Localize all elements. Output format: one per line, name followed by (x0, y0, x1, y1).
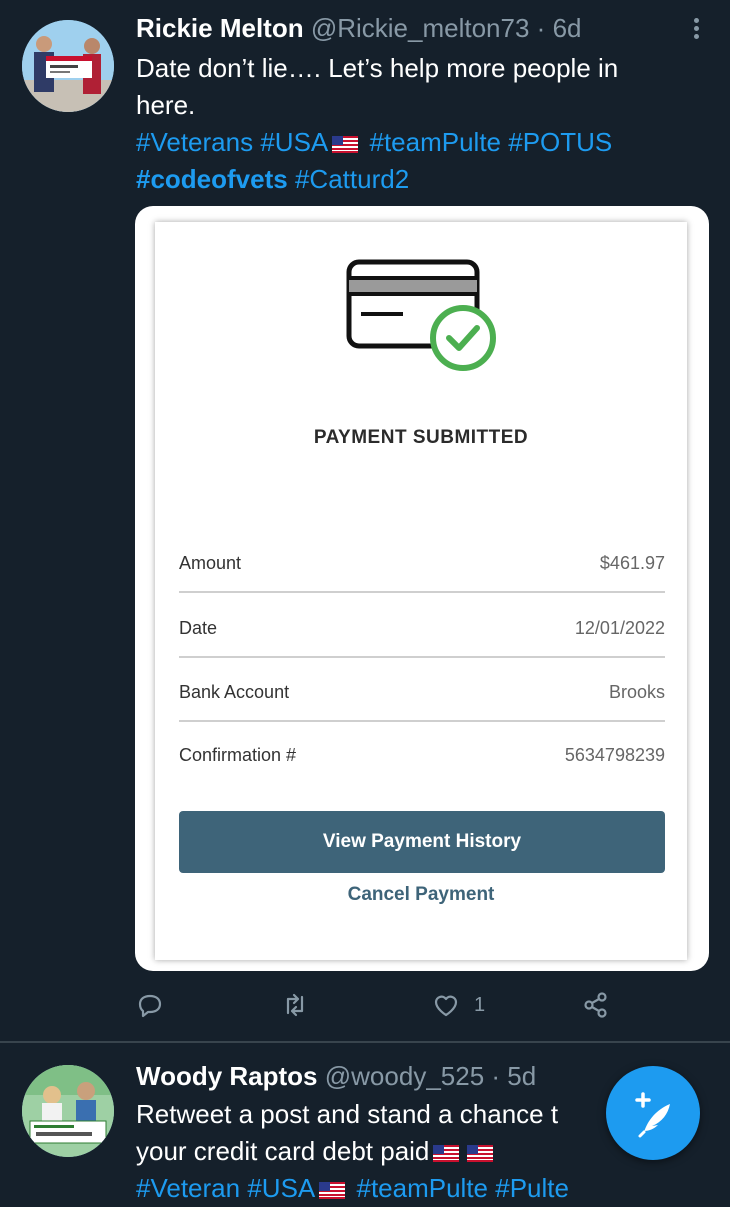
share-icon (584, 992, 607, 1018)
payment-row-amount: Amount $461.97 (179, 533, 665, 593)
hashtag-link[interactable]: #Veteran (136, 1173, 240, 1203)
tweet-text-line: Date don’t lie…. Let’s help more people … (136, 53, 619, 83)
payment-confirmation-card: PAYMENT SUBMITTED Amount $461.97 Date 12… (155, 222, 687, 960)
compose-tweet-icon (635, 1092, 670, 1138)
avatar[interactable] (22, 20, 114, 112)
hashtag-link[interactable]: #USA (260, 127, 328, 157)
us-flag-icon (463, 1136, 497, 1166)
retweet-button[interactable] (281, 990, 309, 1020)
view-payment-history-button: View Payment History (179, 811, 665, 873)
row-value: Brooks (608, 682, 665, 702)
cancel-payment-link: Cancel Payment (347, 884, 495, 905)
timestamp[interactable]: 6d (553, 13, 582, 43)
share-button[interactable] (582, 990, 610, 1020)
compose-tweet-button[interactable] (606, 1066, 700, 1160)
row-value: $461.97 (599, 553, 665, 573)
display-name[interactable]: Woody Raptos (136, 1061, 318, 1091)
row-value: 5634798239 (564, 745, 665, 765)
hashtag-link[interactable]: #Veterans (136, 127, 253, 157)
payment-row-bank-account: Bank Account Brooks (179, 662, 665, 722)
hashtag-line: #Veteran #USA #teamPulte #Pulte (136, 1170, 696, 1207)
tweet-text-fragment: your credit card debt paid (136, 1136, 430, 1166)
tweet-media-image[interactable]: PAYMENT SUBMITTED Amount $461.97 Date 12… (135, 206, 709, 971)
more-icon[interactable] (684, 18, 708, 42)
display-name[interactable]: Rickie Melton (136, 13, 304, 43)
row-divider (179, 720, 665, 722)
payment-row-date: Date 12/01/2022 (179, 598, 665, 658)
row-label: Bank Account (179, 682, 290, 702)
payment-row-confirmation: Confirmation # 5634798239 (179, 725, 665, 785)
reply-button[interactable] (136, 990, 164, 1020)
hashtag-link[interactable]: #USA (247, 1173, 315, 1203)
row-label: Confirmation # (179, 745, 297, 765)
user-handle[interactable]: @woody_525 (325, 1061, 484, 1091)
hashtag-line: #Veterans #USA #teamPulte #POTUS (136, 124, 696, 161)
like-icon (434, 995, 458, 1017)
separator-dot: · (491, 1061, 501, 1091)
retweet-icon (286, 993, 304, 1017)
user-handle[interactable]: @Rickie_melton73 (311, 13, 530, 43)
credit-card-check-icon (345, 256, 505, 376)
us-flag-icon (429, 1136, 463, 1166)
row-label: Amount (179, 553, 242, 573)
us-flag-icon (328, 127, 362, 157)
hashtag-link[interactable]: #teamPulte (356, 1173, 488, 1203)
tweet-text: Date don’t lie…. Let’s help more people … (136, 50, 696, 198)
tweet[interactable]: Rickie Melton @Rickie_melton73 · 6d Date… (0, 0, 730, 1042)
hashtag-link[interactable]: #codeofvets (136, 164, 288, 194)
us-flag-icon (315, 1173, 349, 1203)
row-label: Date (179, 618, 218, 638)
hashtag-link[interactable]: #teamPulte (369, 127, 501, 157)
reply-icon (138, 994, 162, 1018)
row-divider (179, 656, 665, 658)
like-button[interactable]: 1 (432, 990, 485, 1020)
row-value: 12/01/2022 (574, 618, 665, 638)
hashtag-link[interactable]: #POTUS (508, 127, 612, 157)
tweet-action-bar: 1 (136, 986, 636, 1026)
like-count: 1 (474, 993, 486, 1016)
tweet-text-line: here. (136, 90, 196, 120)
timestamp[interactable]: 5d (507, 1061, 536, 1091)
avatar[interactable] (22, 1065, 114, 1157)
hashtag-link[interactable]: #Catturd2 (295, 164, 409, 194)
hashtag-line: #codeofvets #Catturd2 (136, 161, 696, 198)
hashtag-link[interactable]: #Pulte (495, 1173, 569, 1203)
separator-dot: · (536, 13, 546, 43)
row-divider (179, 591, 665, 593)
payment-status-title: PAYMENT SUBMITTED (313, 427, 529, 448)
